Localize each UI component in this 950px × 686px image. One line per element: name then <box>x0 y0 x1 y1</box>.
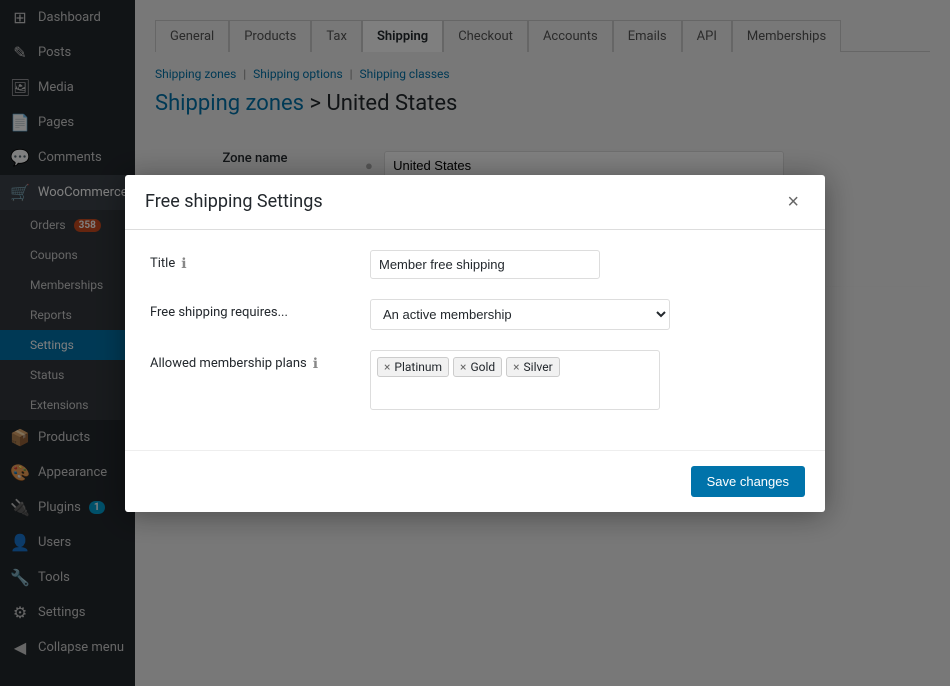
tag-platinum-remove[interactable]: × <box>384 361 390 373</box>
tag-gold-remove[interactable]: × <box>460 361 466 373</box>
modal-free-shipping: Free shipping Settings × Title ℹ Free sh… <box>125 175 825 512</box>
modal-footer: Save changes <box>125 450 825 512</box>
title-input[interactable] <box>370 250 600 279</box>
save-changes-button[interactable]: Save changes <box>691 466 805 497</box>
title-field-label: Title ℹ <box>150 250 370 272</box>
requires-field-control: N/A A valid coupon A minimum order amoun… <box>370 299 800 330</box>
requires-field-label: Free shipping requires... <box>150 299 370 320</box>
tag-platinum: × Platinum <box>377 357 449 377</box>
membership-plans-help-icon: ℹ <box>313 356 318 372</box>
modal-body: Title ℹ Free shipping requires... N/A A … <box>125 230 825 450</box>
tag-gold-label: Gold <box>470 360 495 374</box>
tag-silver-label: Silver <box>524 360 553 374</box>
membership-plans-row: Allowed membership plans ℹ × Platinum × … <box>150 350 800 410</box>
membership-plans-label: Allowed membership plans ℹ <box>150 350 370 372</box>
tag-platinum-label: Platinum <box>394 360 442 374</box>
title-field-control <box>370 250 800 279</box>
tag-silver-remove[interactable]: × <box>513 361 519 373</box>
modal-overlay[interactable]: Free shipping Settings × Title ℹ Free sh… <box>0 0 950 686</box>
title-help-icon: ℹ <box>181 256 186 272</box>
modal-title: Free shipping Settings <box>145 191 323 212</box>
title-field-row: Title ℹ <box>150 250 800 279</box>
modal-close-button[interactable]: × <box>781 190 805 214</box>
membership-plans-tags[interactable]: × Platinum × Gold × Silver <box>370 350 660 410</box>
membership-plans-control: × Platinum × Gold × Silver <box>370 350 800 410</box>
requires-select[interactable]: N/A A valid coupon A minimum order amoun… <box>370 299 670 330</box>
tag-silver: × Silver <box>506 357 560 377</box>
requires-field-row: Free shipping requires... N/A A valid co… <box>150 299 800 330</box>
modal-header: Free shipping Settings × <box>125 175 825 230</box>
tag-gold: × Gold <box>453 357 502 377</box>
